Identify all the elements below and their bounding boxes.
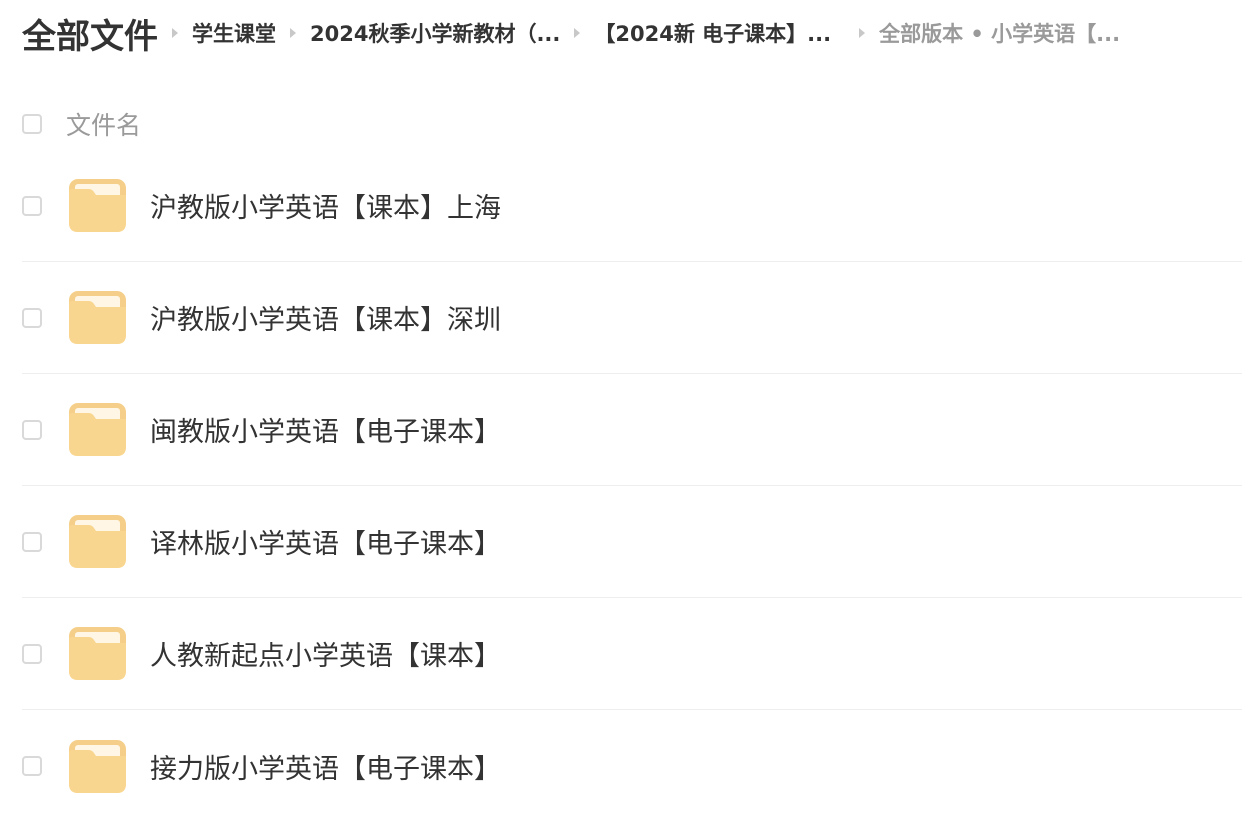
- row-checkbox[interactable]: [22, 531, 42, 552]
- file-row[interactable]: 沪教版小学英语【课本】深圳: [22, 262, 1242, 374]
- breadcrumb-root-all-files[interactable]: 全部文件: [22, 9, 158, 58]
- folder-icon: [69, 515, 126, 568]
- column-title-filename: 文件名: [66, 111, 142, 140]
- file-row[interactable]: 接力版小学英语【电子课本】: [22, 710, 1242, 822]
- breadcrumb-separator-icon: [172, 28, 178, 38]
- file-name[interactable]: 闽教版小学英语【电子课本】: [150, 410, 501, 449]
- file-row[interactable]: 沪教版小学英语【课本】上海: [22, 150, 1242, 262]
- breadcrumb-separator-icon: [859, 28, 866, 38]
- folder-icon: [69, 179, 126, 232]
- file-row[interactable]: 译林版小学英语【电子课本】: [22, 486, 1242, 598]
- folder-icon: [69, 291, 126, 344]
- file-row[interactable]: 闽教版小学英语【电子课本】: [22, 374, 1242, 486]
- file-name[interactable]: 接力版小学英语【电子课本】: [150, 747, 501, 786]
- file-name[interactable]: 人教新起点小学英语【课本】: [150, 634, 501, 673]
- file-name[interactable]: 译林版小学英语【电子课本】: [150, 522, 501, 561]
- file-row[interactable]: 人教新起点小学英语【课本】: [22, 598, 1242, 710]
- file-list-header: 文件名: [22, 96, 1242, 152]
- breadcrumb-item-student-classroom[interactable]: 学生课堂: [192, 18, 276, 48]
- folder-icon: [69, 627, 126, 680]
- row-checkbox[interactable]: [22, 307, 42, 328]
- folder-icon: [69, 403, 126, 456]
- folder-icon: [69, 739, 126, 793]
- row-checkbox[interactable]: [22, 419, 42, 440]
- row-checkbox[interactable]: [22, 756, 42, 776]
- breadcrumb-separator-icon: [290, 28, 296, 38]
- row-checkbox[interactable]: [22, 643, 42, 664]
- breadcrumb-separator-icon: [574, 28, 581, 38]
- file-name[interactable]: 沪教版小学英语【课本】深圳: [150, 298, 501, 337]
- breadcrumb-current-folder: 全部版本 • 小学英语【...: [879, 22, 1121, 46]
- breadcrumb-item-2024-autumn-textbooks[interactable]: 2024秋季小学新教材（...: [310, 18, 560, 48]
- row-checkbox[interactable]: [22, 195, 42, 216]
- file-name[interactable]: 沪教版小学英语【课本】上海: [150, 186, 501, 225]
- breadcrumb: 全部文件 学生课堂 2024秋季小学新教材（... 【2024新 电子课本】..…: [22, 0, 1222, 66]
- select-all-checkbox[interactable]: [22, 114, 42, 134]
- breadcrumb-item-2024-e-textbooks[interactable]: 【2024新 电子课本】...: [594, 18, 831, 48]
- file-list: 沪教版小学英语【课本】上海 沪教版小学英语【课本】深圳 闽教版小学英语【电子课本…: [22, 150, 1242, 822]
